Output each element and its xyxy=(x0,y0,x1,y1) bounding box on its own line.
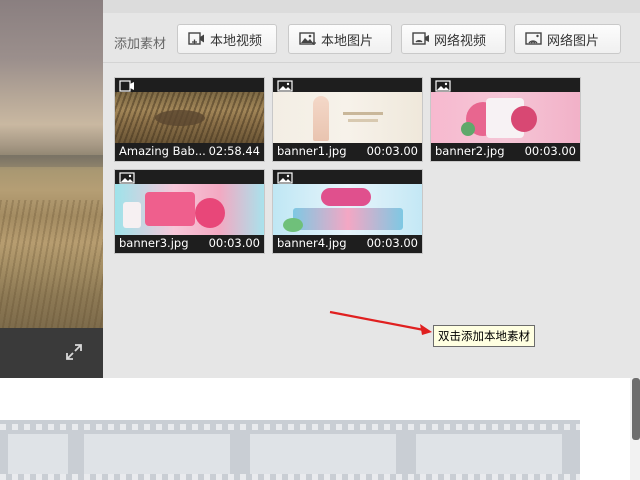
local-image-button[interactable]: 本地图片 xyxy=(288,24,392,54)
preview-control-bar xyxy=(0,328,103,378)
material-thumbnail xyxy=(273,92,422,143)
material-card-image[interactable]: banner2.jpg 00:03.00 xyxy=(431,78,580,161)
network-video-button[interactable]: 网络视频 xyxy=(401,24,506,54)
add-material-toolbar: 添加素材 本地视频 本地图片 网络视频 网络图片 xyxy=(103,24,640,56)
image-add-icon xyxy=(299,32,316,45)
local-image-label: 本地图片 xyxy=(321,33,374,49)
panel-top-strip xyxy=(103,0,640,13)
network-video-label: 网络视频 xyxy=(434,33,487,49)
material-card-image[interactable]: banner4.jpg 00:03.00 xyxy=(273,170,422,253)
network-image-button[interactable]: 网络图片 xyxy=(514,24,621,54)
material-name: banner4.jpg xyxy=(277,236,347,250)
film-perforation-bottom xyxy=(0,474,580,480)
film-perforation-top xyxy=(0,424,580,430)
image-type-icon xyxy=(119,172,135,184)
film-track[interactable] xyxy=(0,420,580,480)
material-thumbnail xyxy=(273,184,422,235)
preview-frame xyxy=(0,0,103,328)
add-material-label: 添加素材 xyxy=(114,37,167,52)
material-name: banner1.jpg xyxy=(277,144,347,158)
material-thumbnail xyxy=(431,92,580,143)
video-add-icon xyxy=(188,32,204,45)
preview-grass xyxy=(0,200,103,328)
local-video-button[interactable]: 本地视频 xyxy=(177,24,277,54)
material-duration: 00:03.00 xyxy=(366,236,418,250)
fullscreen-icon[interactable] xyxy=(64,342,84,362)
toolbar-divider xyxy=(103,62,640,63)
preview-horizon xyxy=(0,155,103,167)
add-local-material-tooltip: 双击添加本地素材 xyxy=(433,325,535,347)
material-card-image[interactable]: banner1.jpg 00:03.00 xyxy=(273,78,422,161)
timeline-scroll-thumb[interactable] xyxy=(632,378,640,440)
video-type-icon xyxy=(119,80,134,92)
material-thumbnail xyxy=(115,184,264,235)
network-image-label: 网络图片 xyxy=(547,33,600,49)
material-duration: 00:03.00 xyxy=(366,144,418,158)
material-panel: 添加素材 本地视频 本地图片 网络视频 网络图片 Amazing Bab... … xyxy=(103,0,640,378)
image-type-icon xyxy=(435,80,451,92)
timeline-area[interactable] xyxy=(0,378,640,480)
local-video-label: 本地视频 xyxy=(210,33,263,49)
arrow-annotation-icon xyxy=(329,310,432,335)
material-duration: 00:03.00 xyxy=(524,144,576,158)
image-type-icon xyxy=(277,172,293,184)
network-image-icon xyxy=(525,32,542,45)
material-name: Amazing Bab... xyxy=(119,144,206,158)
material-card-image[interactable]: banner3.jpg 00:03.00 xyxy=(115,170,264,253)
material-duration: 00:03.00 xyxy=(208,236,260,250)
material-thumbnail xyxy=(115,92,264,143)
material-name: banner3.jpg xyxy=(119,236,189,250)
material-name: banner2.jpg xyxy=(435,144,505,158)
material-card-video[interactable]: Amazing Bab... 02:58.44 xyxy=(115,78,264,161)
image-type-icon xyxy=(277,80,293,92)
video-preview[interactable] xyxy=(0,0,103,378)
network-video-icon xyxy=(412,32,429,45)
material-duration: 02:58.44 xyxy=(208,144,260,158)
